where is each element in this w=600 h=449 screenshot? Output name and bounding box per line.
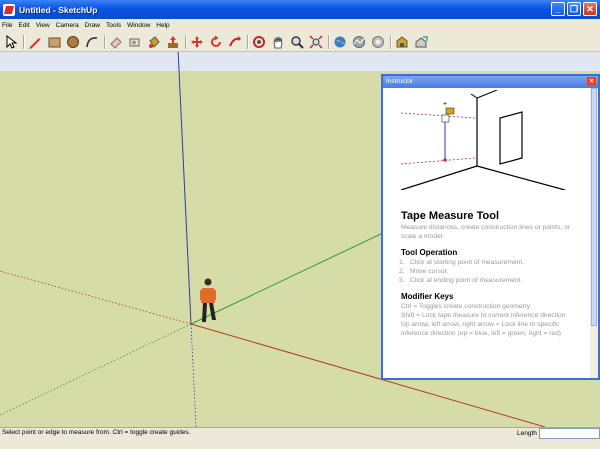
rotate-icon: [211, 35, 221, 47]
arc-tool-button[interactable]: [84, 34, 100, 50]
tool-description: Measure distances, create construction l…: [401, 224, 571, 240]
modifier-key-line: Ctrl = Toggles create construction geome…: [401, 303, 531, 310]
instructor-title: Instructor: [386, 78, 414, 85]
toolbar-separator: [104, 34, 105, 49]
operation-step: 2. Move cursor.: [399, 268, 449, 275]
red-axis-dashed: [0, 270, 192, 325]
place-model-icon: [372, 35, 384, 48]
modifier-key-line: Shift = Lock tape measure to current inf…: [401, 312, 566, 319]
toolbar-separator: [185, 34, 186, 49]
modifier-key-line: Up arrow, left arrow, right arrow = Lock…: [401, 321, 562, 337]
menu-file[interactable]: File: [2, 22, 12, 29]
get-current-view-tool-button[interactable]: [332, 34, 348, 50]
warehouse-icon: [396, 35, 408, 47]
status-hint: Select point or edge to measure from. Ct…: [2, 429, 191, 436]
restore-button[interactable]: ❐: [567, 2, 581, 16]
svg-text:+: +: [443, 101, 447, 108]
toolbar-separator: [247, 34, 248, 49]
menu-edit[interactable]: Edit: [18, 22, 29, 29]
push-pull-tool-button[interactable]: [165, 34, 181, 50]
green-axis-dashed: [0, 323, 192, 416]
orbit-icon: [253, 35, 265, 48]
paint-bucket-icon: [149, 35, 160, 48]
magnifier-icon: [291, 35, 304, 49]
rectangle-icon: [48, 37, 61, 47]
instructor-title-bar: Instructor ×: [383, 76, 598, 88]
push-pull-icon: [168, 35, 178, 48]
operation-step: 3. Click at ending point of measurement.: [399, 277, 523, 284]
share-icon: [415, 35, 428, 47]
blue-axis: [177, 52, 192, 325]
orbit-tool-button[interactable]: [251, 34, 267, 50]
toggle-terrain-tool-button[interactable]: [351, 34, 367, 50]
pencil-tool-button[interactable]: [27, 34, 43, 50]
menu-view[interactable]: View: [36, 22, 50, 29]
zoom-extents-tool-button[interactable]: [308, 34, 324, 50]
circle-tool-button[interactable]: [65, 34, 81, 50]
menu-tools[interactable]: Tools: [106, 22, 121, 29]
main-toolbar: [0, 32, 600, 52]
place-model-tool-button[interactable]: [370, 34, 386, 50]
toolbar-separator: [328, 34, 329, 49]
tape-measure-icon: [129, 38, 140, 46]
tool-heading: Tape Measure Tool: [401, 210, 500, 222]
globe-icon: [334, 36, 346, 47]
tool-operation-heading: Tool Operation: [401, 248, 458, 257]
menu-camera[interactable]: Camera: [56, 22, 79, 29]
tape-measure-illustration: +: [400, 90, 566, 190]
share-model-tool-button[interactable]: [413, 34, 429, 50]
menu-bar: File Edit View Camera Draw Tools Window …: [0, 19, 600, 32]
instructor-scrollbar-thumb[interactable]: [591, 88, 597, 326]
tape-measure-tool-button[interactable]: [127, 34, 143, 50]
instructor-panel: Instructor × + Tape Measure Tool Measure…: [381, 74, 600, 380]
hand-icon: [273, 36, 283, 48]
instructor-content: Tape Measure Tool Measure distances, cre…: [399, 210, 586, 338]
select-tool-button[interactable]: [3, 34, 19, 50]
terrain-icon: [353, 35, 365, 48]
arc-icon: [86, 36, 98, 47]
status-bar: Select point or edge to measure from. Ct…: [0, 427, 600, 449]
circle-icon: [67, 35, 79, 48]
length-label: Length: [517, 430, 537, 437]
zoom-extents-icon: [309, 34, 323, 49]
arrow-cursor-icon: [6, 34, 18, 49]
get-models-tool-button[interactable]: [394, 34, 410, 50]
window-title: Untitled - SketchUp: [19, 4, 98, 15]
instructor-scrollbar[interactable]: [590, 88, 598, 378]
menu-help[interactable]: Help: [156, 22, 169, 29]
toolbar-separator: [23, 34, 24, 49]
green-axis: [190, 231, 386, 325]
length-input[interactable]: [539, 428, 600, 439]
sketchup-app-icon[interactable]: [3, 3, 15, 16]
follow-me-icon: [229, 35, 241, 46]
eraser-tool-button[interactable]: [108, 34, 124, 50]
pencil-icon: [29, 37, 41, 48]
rectangle-tool-button[interactable]: [46, 34, 62, 50]
instructor-close-button[interactable]: ×: [587, 77, 596, 86]
menu-draw[interactable]: Draw: [85, 22, 100, 29]
pan-tool-button[interactable]: [270, 34, 286, 50]
title-bar: Untitled - SketchUp _ ❐ ✕: [0, 0, 600, 19]
rotate-tool-button[interactable]: [208, 34, 224, 50]
follow-me-tool-button[interactable]: [227, 34, 243, 50]
paint-bucket-tool-button[interactable]: [146, 34, 162, 50]
eraser-icon: [110, 36, 122, 49]
menu-window[interactable]: Window: [127, 22, 150, 29]
zoom-tool-button[interactable]: [289, 34, 305, 50]
minimize-button[interactable]: _: [551, 2, 565, 16]
blue-axis-dashed: [190, 323, 197, 427]
move-icon: [191, 35, 203, 48]
operation-step: 1. Click at starting point of measurement…: [399, 259, 525, 266]
modifier-keys-heading: Modifier Keys: [401, 292, 454, 301]
close-button[interactable]: ✕: [583, 2, 597, 16]
toolbar-separator: [390, 34, 391, 49]
move-tool-button[interactable]: [189, 34, 205, 50]
